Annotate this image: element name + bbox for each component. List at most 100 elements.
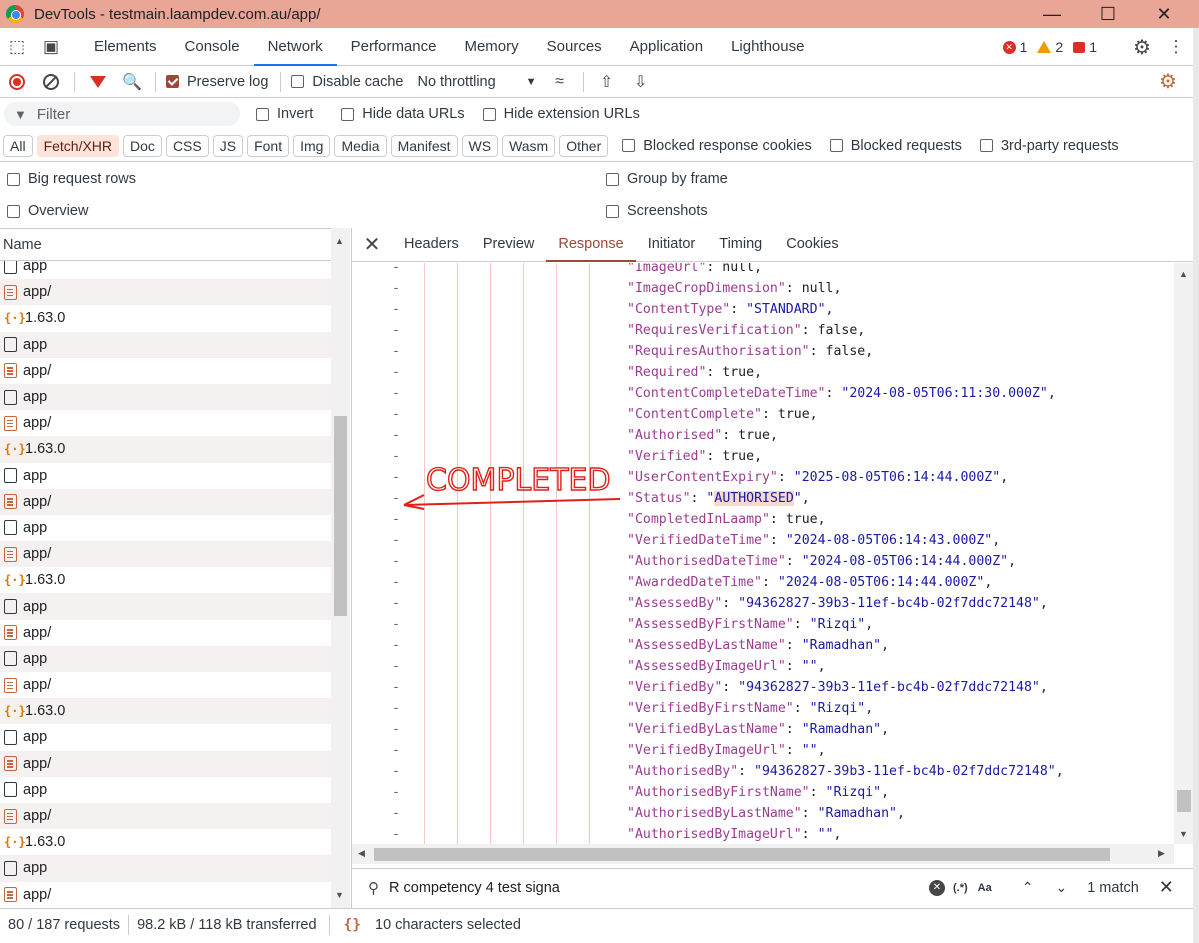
request-row[interactable]: app — [0, 593, 331, 620]
close-detail-icon[interactable]: ✕ — [352, 232, 392, 257]
minimize-button[interactable]: — — [1024, 0, 1080, 28]
request-row[interactable]: app/ — [0, 672, 331, 698]
checkbox[interactable] — [7, 172, 20, 186]
hide-extension-urls-checkbox[interactable]: Hide extension URLs — [482, 106, 640, 122]
checkbox[interactable] — [341, 107, 355, 121]
search-input[interactable]: R competency 4 test signa — [389, 880, 929, 896]
settings-gear-icon[interactable]: ⚙ — [1125, 28, 1159, 66]
disable-cache-checkbox[interactable]: Disable cache — [291, 74, 403, 90]
network-conditions-icon[interactable]: ≈ — [543, 66, 577, 98]
request-row[interactable]: app/ — [0, 750, 331, 777]
request-row[interactable]: {·} 1.63.0 — [0, 567, 331, 593]
filter-chip-js[interactable]: JS — [212, 134, 244, 157]
request-row[interactable]: app — [0, 383, 331, 411]
pretty-print-icon[interactable]: {} — [344, 917, 361, 933]
blocked-requests-checkbox[interactable]: Blocked requests — [829, 138, 962, 154]
hide-data-urls-checkbox[interactable]: Hide data URLs — [341, 106, 465, 122]
filter-chip-wasm[interactable]: Wasm — [502, 134, 556, 157]
tab-elements[interactable]: Elements — [80, 28, 171, 66]
request-row[interactable]: app — [0, 777, 331, 803]
tab-application[interactable]: Application — [616, 28, 717, 66]
request-row[interactable]: {·} 1.63.0 — [0, 829, 331, 855]
checkbox-checked[interactable] — [166, 75, 179, 88]
detail-tab-cookies[interactable]: Cookies — [774, 228, 850, 262]
search-button[interactable]: 🔍 — [115, 66, 149, 98]
inspect-element-icon[interactable]: ⬚ — [0, 28, 34, 66]
tab-console[interactable]: Console — [171, 28, 254, 66]
filter-chip-ws[interactable]: WS — [461, 134, 499, 157]
request-list-header[interactable]: Name — [0, 228, 350, 261]
filter-chip-doc[interactable]: Doc — [123, 134, 162, 157]
request-row[interactable]: app/ — [0, 358, 331, 384]
scroll-up-arrow-icon[interactable]: ▲ — [335, 236, 344, 246]
export-har-icon[interactable]: ⇩ — [624, 66, 658, 98]
maximize-button[interactable]: ☐ — [1080, 0, 1136, 28]
checkbox[interactable] — [7, 204, 20, 218]
request-row[interactable]: app/ — [0, 410, 331, 436]
more-options-icon[interactable]: ⋮ — [1159, 28, 1193, 66]
request-row[interactable]: app/ — [0, 279, 331, 306]
request-row[interactable]: app — [0, 515, 331, 541]
filter-chip-other[interactable]: Other — [559, 134, 609, 157]
throttling-select[interactable]: No throttling ▼ — [417, 74, 536, 90]
checkbox[interactable] — [606, 204, 619, 218]
third-party-checkbox[interactable]: 3rd-party requests — [979, 138, 1119, 154]
issue-counters[interactable]: ✕ 1 2 1 ⚙ ⋮ — [1002, 28, 1193, 66]
filter-chip-font[interactable]: Font — [247, 134, 290, 157]
close-search-icon[interactable]: ✕ — [1159, 877, 1174, 898]
response-horizontal-scrollbar[interactable]: ◀ ▶ — [352, 844, 1174, 864]
request-row[interactable]: app — [0, 331, 331, 358]
tab-network[interactable]: Network — [253, 28, 337, 66]
detail-tab-timing[interactable]: Timing — [707, 228, 774, 262]
blocked-cookies-checkbox[interactable]: Blocked response cookies — [622, 138, 812, 154]
request-row[interactable]: app — [0, 855, 331, 882]
request-row[interactable]: app/ — [0, 488, 331, 515]
checkbox[interactable] — [482, 107, 496, 121]
issues-counter[interactable]: 1 — [1073, 39, 1097, 55]
detail-tab-initiator[interactable]: Initiator — [636, 228, 708, 262]
request-row[interactable]: app/ — [0, 802, 331, 830]
scrollbar-thumb[interactable] — [334, 416, 347, 616]
filter-chip-css[interactable]: CSS — [165, 134, 209, 157]
request-row[interactable]: app/ — [0, 882, 331, 908]
request-row[interactable]: {·} 1.63.0 — [0, 436, 331, 463]
screenshots-checkbox[interactable]: Screenshots — [606, 203, 708, 219]
close-window-button[interactable]: ✕ — [1136, 0, 1192, 28]
filter-toggle-button[interactable] — [81, 66, 115, 98]
scroll-right-arrow-icon[interactable]: ▶ — [1158, 848, 1165, 859]
clear-button[interactable] — [34, 66, 68, 98]
filter-chip-fetch-xhr[interactable]: Fetch/XHR — [36, 134, 120, 157]
detail-tab-headers[interactable]: Headers — [392, 228, 471, 262]
request-row[interactable]: app/ — [0, 541, 331, 568]
checkbox[interactable] — [256, 107, 269, 121]
request-row[interactable]: {·} 1.63.0 — [0, 698, 331, 725]
warning-counter[interactable]: 2 — [1037, 39, 1063, 55]
detail-tab-response[interactable]: Response — [546, 228, 636, 262]
filter-input[interactable]: ▼ Filter — [4, 102, 240, 126]
request-row[interactable]: app/ — [0, 620, 331, 646]
record-button[interactable] — [0, 66, 34, 98]
group-by-frame-checkbox[interactable]: Group by frame — [606, 171, 728, 187]
scrollbar-thumb[interactable] — [1177, 790, 1191, 812]
filter-chip-all[interactable]: All — [3, 134, 33, 157]
scrollbar-thumb[interactable] — [374, 848, 1110, 861]
checkbox[interactable] — [606, 172, 619, 186]
request-row[interactable]: app — [0, 463, 331, 489]
scroll-down-arrow-icon[interactable]: ▼ — [335, 890, 344, 900]
scroll-left-arrow-icon[interactable]: ◀ — [358, 848, 365, 859]
checkbox[interactable] — [291, 75, 305, 88]
filter-chip-manifest[interactable]: Manifest — [390, 134, 458, 157]
next-match-icon[interactable]: ⌄ — [1055, 879, 1067, 896]
request-row[interactable]: app — [0, 261, 331, 279]
response-vertical-scrollbar[interactable]: ▲ ▼ — [1174, 263, 1194, 844]
name-column-header[interactable]: Name — [3, 237, 42, 253]
tab-memory[interactable]: Memory — [450, 28, 532, 66]
request-row[interactable]: app — [0, 724, 331, 750]
invert-checkbox[interactable]: Invert — [256, 106, 313, 122]
request-list-scrollbar[interactable]: ▲ ▼ — [331, 228, 350, 908]
match-case-icon[interactable]: Aa — [978, 882, 992, 894]
request-row[interactable]: {·} 1.63.0 — [0, 305, 331, 331]
clear-search-icon[interactable]: ✕ — [929, 879, 945, 896]
tab-performance[interactable]: Performance — [337, 28, 451, 66]
filter-chip-img[interactable]: Img — [293, 134, 331, 157]
